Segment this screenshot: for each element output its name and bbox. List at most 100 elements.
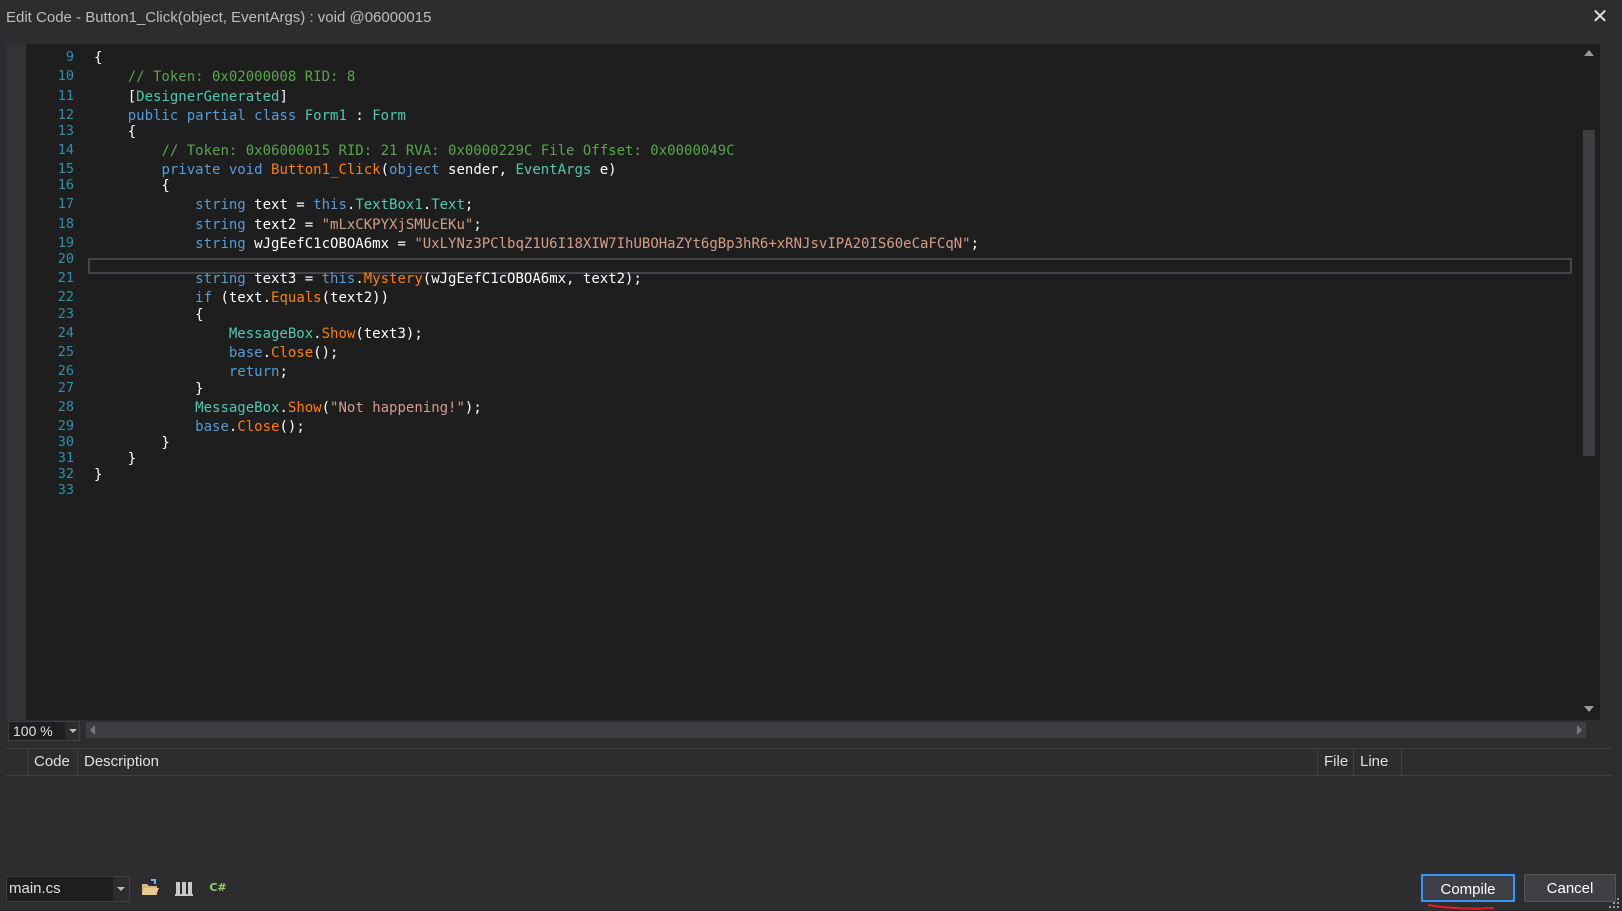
code-token: this bbox=[321, 271, 356, 287]
code-token: : bbox=[346, 108, 373, 124]
code-token: Form bbox=[372, 108, 406, 124]
resize-grip-icon[interactable] bbox=[1608, 897, 1620, 909]
zoom-value: 100 % bbox=[13, 723, 53, 739]
line-number: 24 bbox=[57, 325, 74, 341]
code-line[interactable]: string wJgEefC1cOBOA6mx = "UxLYNz3PClbqZ… bbox=[94, 235, 979, 253]
line-number: 30 bbox=[57, 434, 74, 450]
code-line[interactable]: { bbox=[94, 306, 203, 324]
code-token: string bbox=[195, 271, 246, 287]
code-token: wJgEefC1cOBOA6mx = bbox=[245, 236, 415, 252]
file-select[interactable]: main.cs bbox=[6, 876, 130, 902]
code-token: } bbox=[94, 451, 137, 467]
code-token: EventArgs bbox=[515, 162, 592, 178]
zoom-select[interactable]: 100 % bbox=[8, 721, 80, 741]
code-token: public partial class bbox=[127, 108, 305, 124]
scroll-up-icon[interactable] bbox=[1584, 50, 1594, 56]
column-header-code[interactable]: Code bbox=[28, 749, 78, 775]
code-token: base bbox=[228, 345, 263, 361]
line-number: 33 bbox=[57, 482, 74, 498]
cancel-button[interactable]: Cancel bbox=[1524, 874, 1616, 902]
code-token: . bbox=[313, 326, 322, 342]
references-icon[interactable] bbox=[174, 878, 194, 898]
code-token: (wJgEefC1cOBOA6mx, text2); bbox=[422, 271, 642, 287]
code-token: Equals bbox=[271, 290, 322, 306]
code-line[interactable]: { bbox=[94, 123, 136, 141]
code-line[interactable]: } bbox=[94, 380, 203, 398]
horizontal-scrollbar[interactable] bbox=[86, 722, 1586, 738]
line-number: 25 bbox=[57, 344, 74, 360]
code-token: ( bbox=[380, 162, 390, 178]
code-token: Show bbox=[321, 326, 356, 342]
code-token: ); bbox=[464, 400, 482, 416]
line-number: 28 bbox=[57, 399, 74, 415]
column-header-description[interactable]: Description bbox=[78, 749, 1318, 775]
code-token: } bbox=[94, 467, 103, 483]
file-select-value: main.cs bbox=[9, 880, 61, 897]
code-token: Text bbox=[431, 197, 465, 213]
code-line[interactable]: [DesignerGenerated] bbox=[94, 88, 288, 106]
code-line[interactable]: // Token: 0x06000015 RID: 21 RVA: 0x0000… bbox=[94, 142, 734, 160]
compile-button[interactable]: Compile bbox=[1421, 874, 1515, 902]
code-token: (); bbox=[279, 419, 305, 435]
code-line[interactable]: // Token: 0x02000008 RID: 8 bbox=[94, 68, 356, 86]
code-token: e) bbox=[591, 162, 617, 178]
scroll-down-icon[interactable] bbox=[1584, 706, 1594, 712]
code-token: Close bbox=[237, 419, 280, 435]
code-token: ; bbox=[970, 236, 980, 252]
line-number: 19 bbox=[57, 235, 74, 251]
code-text-area[interactable]: { // Token: 0x02000008 RID: 8 [DesignerG… bbox=[88, 44, 1578, 720]
code-token: (text3); bbox=[355, 326, 423, 342]
csharp-icon[interactable]: C# bbox=[208, 878, 228, 898]
code-token: } bbox=[94, 435, 170, 451]
code-token: { bbox=[94, 124, 137, 140]
scroll-left-icon[interactable] bbox=[90, 725, 95, 735]
code-line[interactable]: string text = this.TextBox1.Text; bbox=[94, 196, 473, 214]
error-icon-column[interactable] bbox=[6, 749, 28, 775]
code-line[interactable]: { bbox=[94, 177, 169, 195]
open-folder-icon[interactable] bbox=[140, 878, 160, 898]
code-line[interactable]: MessageBox.Show("Not happening!"); bbox=[94, 399, 482, 417]
chevron-down-icon[interactable] bbox=[65, 722, 79, 740]
line-number: 29 bbox=[57, 418, 74, 434]
close-icon[interactable]: ✕ bbox=[1588, 4, 1612, 30]
code-token: Show bbox=[287, 400, 322, 416]
code-line[interactable]: string text3 = this.Mystery(wJgEefC1cOBO… bbox=[94, 270, 642, 288]
line-number: 27 bbox=[57, 380, 74, 396]
vertical-scrollbar[interactable] bbox=[1578, 44, 1600, 720]
code-line[interactable]: string text2 = "mLxCKPYXjSMUcEKu"; bbox=[94, 216, 482, 234]
code-line[interactable]: } bbox=[94, 466, 102, 484]
line-number: 21 bbox=[57, 270, 74, 286]
chevron-down-icon[interactable] bbox=[113, 877, 129, 901]
code-line[interactable]: private void Button1_Click(object sender… bbox=[94, 161, 617, 179]
line-number: 17 bbox=[57, 196, 74, 212]
error-list-header: Code Description File Line bbox=[6, 748, 1612, 776]
scroll-right-icon[interactable] bbox=[1577, 725, 1582, 735]
code-token: MessageBox bbox=[228, 326, 314, 342]
code-line[interactable]: { bbox=[94, 49, 102, 67]
code-token: sender, bbox=[439, 162, 516, 178]
code-token: ( bbox=[321, 400, 331, 416]
code-line[interactable]: return; bbox=[94, 363, 288, 381]
code-token: ; bbox=[279, 364, 288, 380]
code-line[interactable]: public partial class Form1 : Form bbox=[94, 107, 406, 125]
line-number: 32 bbox=[57, 466, 74, 482]
code-token: base bbox=[195, 419, 229, 435]
column-header-line[interactable]: Line bbox=[1354, 749, 1402, 775]
code-token: text3 = bbox=[245, 271, 322, 287]
code-line[interactable]: base.Close(); bbox=[94, 344, 339, 362]
code-line[interactable]: if (text.Equals(text2)) bbox=[94, 289, 389, 307]
code-token: object bbox=[389, 162, 440, 178]
code-editor[interactable]: 9 10 11 12 13 14 15 16 17 18 19 20 21 22 23 24 25 26 27 28 2… bbox=[6, 44, 1600, 720]
code-line[interactable]: MessageBox.Show(text3); bbox=[94, 325, 423, 343]
code-token: Form1 bbox=[304, 108, 347, 124]
code-token: . bbox=[355, 271, 364, 287]
scroll-thumb[interactable] bbox=[1583, 130, 1595, 456]
line-number: 12 bbox=[57, 107, 74, 123]
column-header-file[interactable]: File bbox=[1318, 749, 1354, 775]
